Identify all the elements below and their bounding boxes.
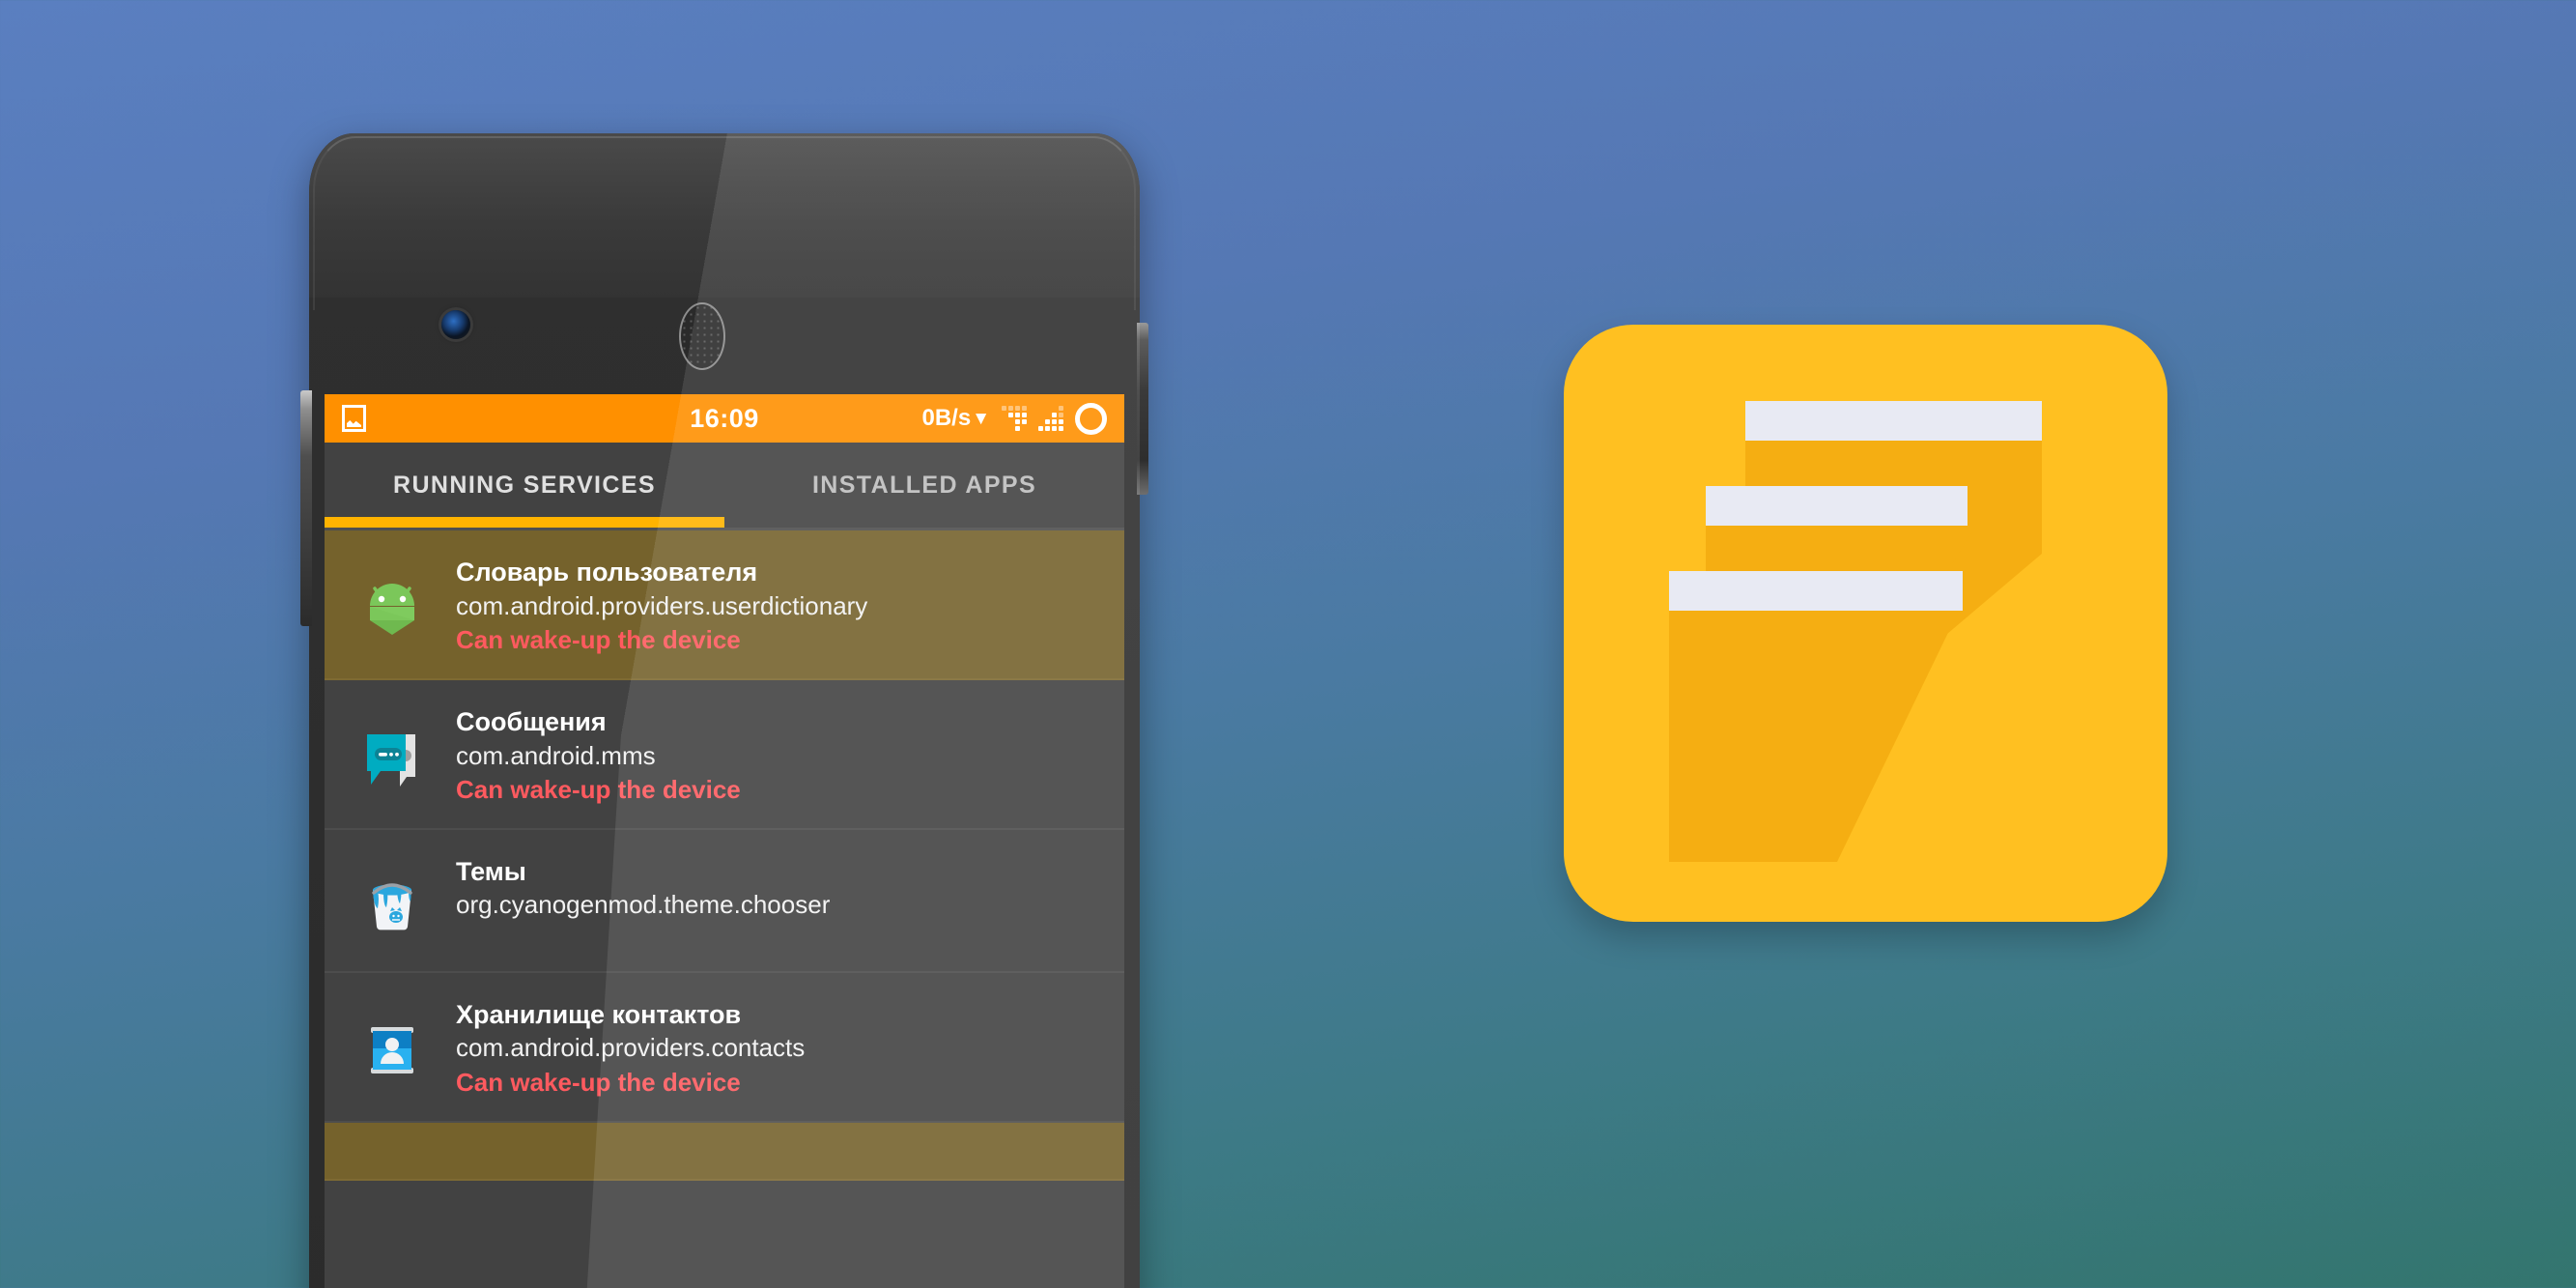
wifi-dots-icon [1002, 406, 1027, 431]
signal-dots-icon [1038, 406, 1063, 431]
list-item[interactable]: Словарь пользователя com.android.provide… [325, 530, 1124, 680]
app-icon-slot [354, 869, 431, 946]
volume-button[interactable] [300, 390, 312, 626]
list-item[interactable]: Хранилище контактов com.android.provider… [325, 973, 1124, 1123]
package-name: com.android.providers.contacts [456, 1033, 806, 1063]
app-name: Темы [456, 856, 526, 886]
message-bubble-icon [357, 723, 427, 792]
phone-mockup: 16:09 0B/s ▼ RUNNING SERVICES INSTALLED … [300, 133, 1148, 1288]
wake-status-text: Can wake-up the device [456, 624, 741, 654]
wake-status-text: Can wake-up the device [456, 1067, 741, 1097]
app-name: Хранилище контактов [456, 999, 742, 1029]
power-button[interactable] [1137, 323, 1148, 495]
package-name: org.cyanogenmod.theme.chooser [456, 890, 831, 920]
wake-status-text: Can wake-up the device [456, 774, 741, 804]
tab-running-services[interactable]: RUNNING SERVICES [325, 472, 724, 500]
logo-bar [1706, 486, 1967, 526]
list-item-text: Темы org.cyanogenmod.theme.chooser [456, 855, 1105, 922]
network-speed-indicator: 0B/s ▼ [921, 405, 990, 432]
android-robot-icon [357, 573, 427, 643]
network-speed-value: 0B/s [921, 405, 972, 431]
tab-installed-apps[interactable]: INSTALLED APPS [724, 472, 1124, 500]
app-name: Сообщения [456, 706, 607, 736]
logo-bar-shadow [1669, 611, 1959, 862]
list-item[interactable]: Сообщения com.android.mms Can wake-up th… [325, 680, 1124, 830]
list-item[interactable] [325, 1122, 1124, 1181]
app-icon-slot [354, 719, 431, 796]
app-icon-slot [354, 569, 431, 646]
package-name: com.android.mms [456, 740, 656, 770]
active-tab-indicator [325, 517, 724, 528]
phone-bezel-rim [313, 136, 1136, 310]
paint-bucket-icon [357, 873, 427, 942]
package-name: com.android.providers.userdictionary [456, 590, 868, 620]
app-icon-slot [354, 1012, 431, 1089]
list-item-text: Словарь пользователя com.android.provide… [456, 556, 1105, 657]
status-bar: 16:09 0B/s ▼ [325, 394, 1124, 443]
app-name: Словарь пользователя [456, 558, 758, 587]
phone-screen: 16:09 0B/s ▼ RUNNING SERVICES INSTALLED … [325, 394, 1124, 1288]
earpiece-speaker-icon [679, 302, 725, 370]
contacts-card-icon [357, 1016, 427, 1085]
running-services-list: Словарь пользователя com.android.provide… [325, 530, 1124, 1181]
list-item-text: Хранилище контактов com.android.provider… [456, 998, 1105, 1100]
app-logo-bars-icon [1564, 325, 2167, 922]
logo-bar [1669, 571, 1963, 611]
list-item-text: Сообщения com.android.mms Can wake-up th… [456, 705, 1105, 807]
front-camera-icon [441, 310, 470, 339]
status-bar-system-icons: 0B/s ▼ [921, 402, 1124, 435]
phone-body: 16:09 0B/s ▼ RUNNING SERVICES INSTALLED … [309, 133, 1140, 1288]
battery-ring-icon [1075, 402, 1107, 435]
logo-bar [1745, 401, 2042, 441]
tab-bar: RUNNING SERVICES INSTALLED APPS [325, 443, 1124, 528]
download-caret-icon: ▼ [972, 408, 990, 429]
list-item[interactable]: Темы org.cyanogenmod.theme.chooser [325, 830, 1124, 973]
